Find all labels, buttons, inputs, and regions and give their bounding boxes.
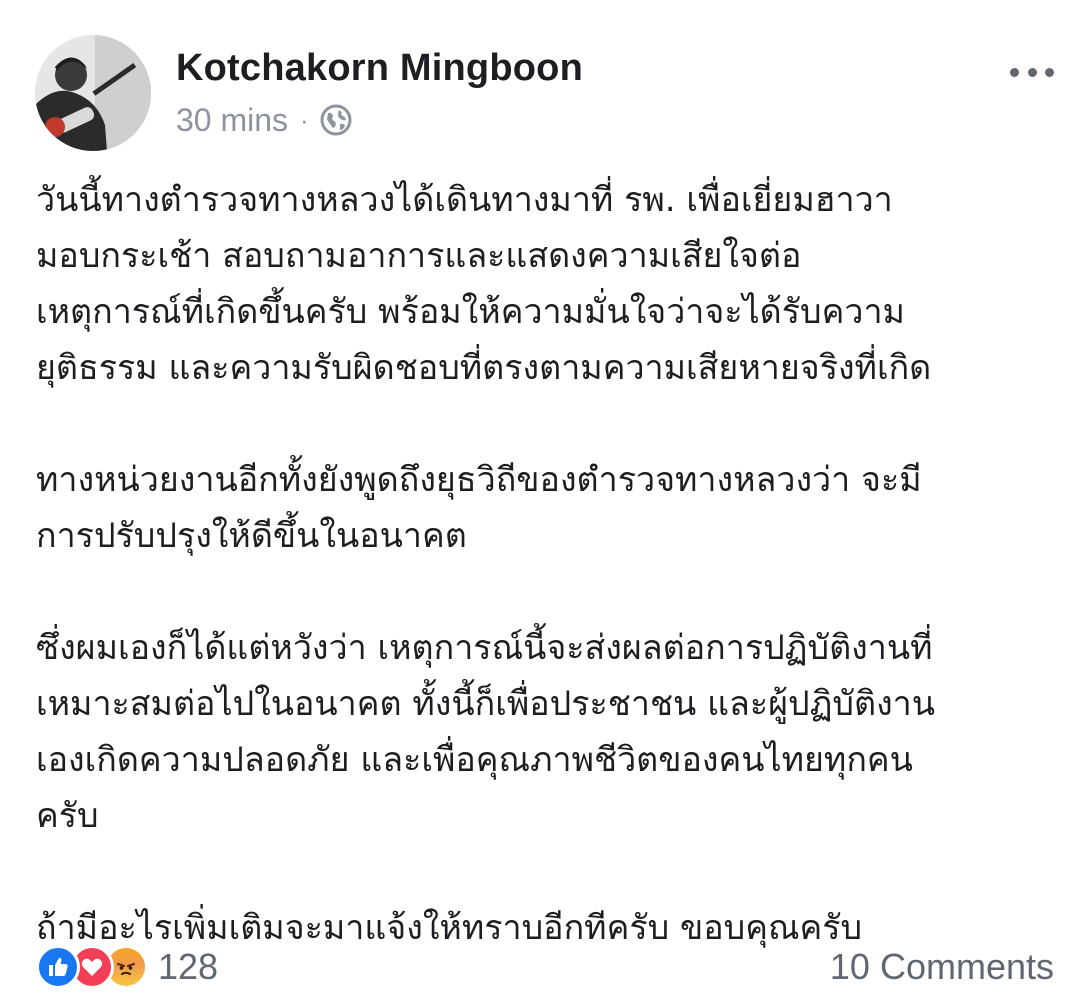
comments-link[interactable]: 10 Comments xyxy=(830,944,1054,990)
post-body: วันนี้ทางตำรวจทางหลวงได้เดินทางมาที่ รพ.… xyxy=(36,172,1056,956)
avatar-photo xyxy=(35,35,151,151)
more-dot-icon xyxy=(1010,67,1019,77)
post-card: Kotchakorn Mingboon 30 mins · วันนี้ทางต… xyxy=(0,0,1090,1003)
meta-separator: · xyxy=(300,104,309,135)
globe-icon xyxy=(319,103,353,137)
reaction-count: 128 xyxy=(158,946,219,987)
post-paragraph: ทางหน่วยงานอีกทั้งยังพูดถึงยุธวิถีของตำร… xyxy=(36,460,922,556)
post-paragraph: ซึ่งผมเองก็ได้แต่หวังว่า เหตุการณ์นี้จะส… xyxy=(36,628,936,836)
author-name[interactable]: Kotchakorn Mingboon xyxy=(176,44,583,92)
more-options-button[interactable] xyxy=(1010,60,1054,84)
author-avatar[interactable] xyxy=(35,35,151,151)
more-dot-icon xyxy=(1027,67,1037,77)
like-icon xyxy=(36,945,80,989)
post-meta: 30 mins · xyxy=(176,98,353,142)
post-timestamp[interactable]: 30 mins xyxy=(176,102,288,139)
reactions-summary[interactable]: 128 xyxy=(36,944,218,990)
more-dot-icon xyxy=(1045,67,1054,77)
post-paragraph: วันนี้ทางตำรวจทางหลวงได้เดินทางมาที่ รพ.… xyxy=(36,180,932,388)
